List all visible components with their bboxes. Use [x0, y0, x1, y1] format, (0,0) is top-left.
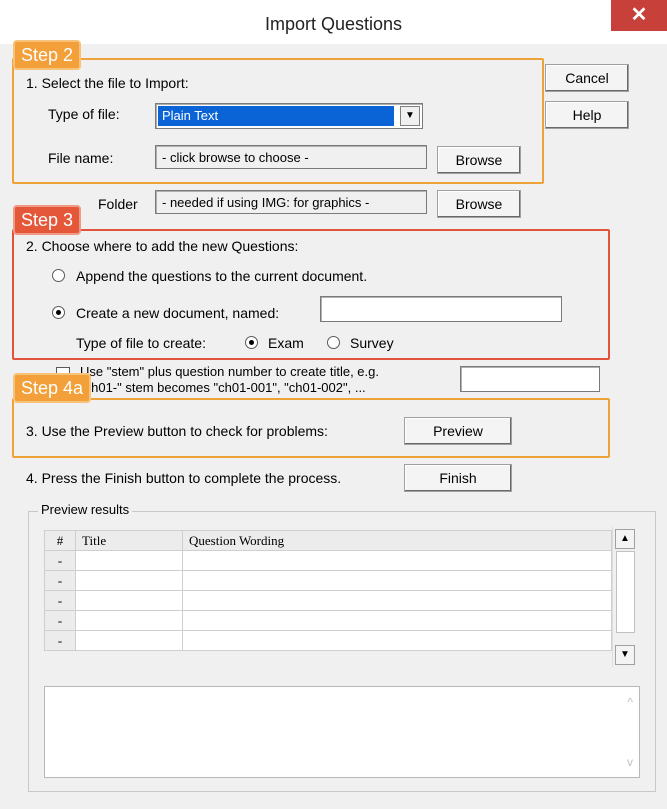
textarea-scroll-up-icon[interactable]: ^ — [627, 695, 633, 709]
cancel-button[interactable]: Cancel — [545, 64, 629, 92]
browse-folder-button[interactable]: Browse — [437, 190, 521, 218]
row-number: - — [44, 590, 76, 611]
help-button[interactable]: Help — [545, 101, 629, 129]
row-wording — [182, 630, 612, 651]
step4a-tag: Step 4a — [13, 373, 92, 403]
column-header-title[interactable]: Title — [75, 530, 183, 551]
stem-line1: Use "stem" plus question number to creat… — [80, 364, 379, 379]
close-button[interactable]: ✕ — [611, 0, 667, 31]
table-scrollbar[interactable]: ▲ ▼ — [612, 527, 637, 667]
row-title — [75, 590, 183, 611]
column-header-wording[interactable]: Question Wording — [182, 530, 612, 551]
row-wording — [182, 590, 612, 611]
table-row[interactable]: - — [44, 550, 612, 571]
row-number: - — [44, 630, 76, 651]
table-row[interactable]: - — [44, 630, 612, 651]
finish-button[interactable]: Finish — [404, 464, 512, 492]
step4a-highlight-box — [12, 398, 610, 458]
step3-highlight-box — [12, 229, 610, 360]
table-row[interactable]: - — [44, 610, 612, 631]
row-number: - — [44, 570, 76, 591]
row-title — [75, 610, 183, 631]
row-title — [75, 550, 183, 571]
step2-tag: Step 2 — [13, 40, 82, 70]
scroll-down-icon[interactable]: ▼ — [615, 645, 635, 665]
stem-line2: "ch01-" stem becomes "ch01-001", "ch01-0… — [80, 380, 366, 395]
row-title — [75, 570, 183, 591]
row-wording — [182, 570, 612, 591]
textarea-scroll-down-icon[interactable]: v — [627, 755, 633, 769]
table-row[interactable]: - — [44, 590, 612, 611]
preview-results-legend: Preview results — [38, 502, 133, 517]
row-number: - — [44, 610, 76, 631]
title-bar: Import Questions ✕ — [0, 0, 667, 44]
preview-details-textarea[interactable]: ^ v — [44, 686, 640, 778]
row-wording — [182, 550, 612, 571]
column-header-number[interactable]: # — [44, 530, 76, 551]
folder-label: Folder — [98, 196, 138, 212]
scroll-up-icon[interactable]: ▲ — [615, 529, 635, 549]
step3-tag: Step 3 — [13, 205, 82, 235]
folder-field[interactable]: - needed if using IMG: for graphics - — [155, 190, 427, 214]
row-title — [75, 630, 183, 651]
preview-table: # Title Question Wording - - - - - — [44, 530, 612, 651]
section4-text: 4. Press the Finish button to complete t… — [26, 470, 342, 486]
window-title: Import Questions — [264, 14, 403, 34]
table-header-row: # Title Question Wording — [44, 530, 612, 551]
row-wording — [182, 610, 612, 631]
table-row[interactable]: - — [44, 570, 612, 591]
stem-input[interactable] — [460, 366, 600, 392]
row-number: - — [44, 550, 76, 571]
step2-highlight-box — [12, 58, 544, 184]
import-questions-dialog: Import Questions ✕ Cancel Help 1. Select… — [0, 0, 667, 809]
scroll-thumb[interactable] — [616, 551, 635, 633]
